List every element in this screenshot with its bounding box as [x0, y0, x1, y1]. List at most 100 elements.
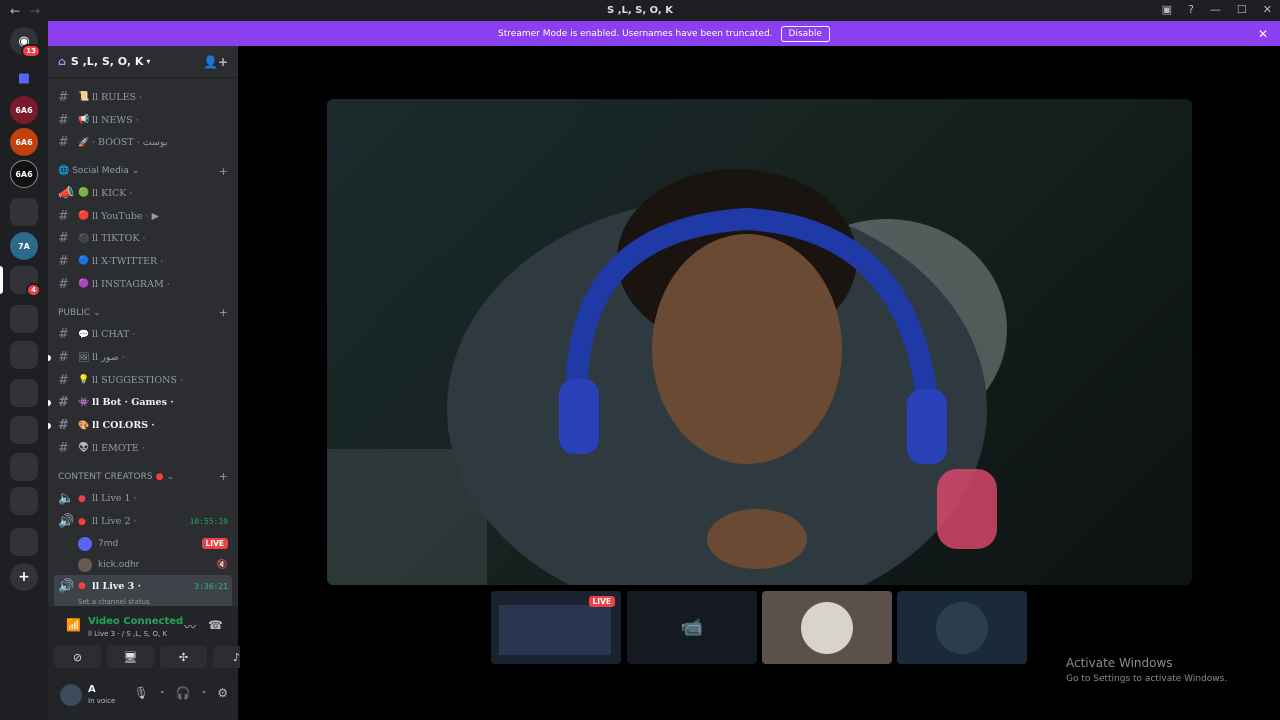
speaker-active-icon: 🔊	[58, 578, 75, 594]
server-icon-2[interactable]: 6A6	[10, 128, 38, 156]
channel-bot-games[interactable]: # 👾 ll Bot · Games ·	[48, 392, 238, 415]
channel-rules[interactable]: # 📜 ll RULES ·	[48, 86, 238, 109]
folder-icon[interactable]: ■	[10, 64, 38, 92]
close-window-icon[interactable]: ✕	[1263, 3, 1272, 16]
add-channel-icon[interactable]: +	[219, 306, 228, 319]
activities-button[interactable]: ✣	[160, 646, 207, 668]
server-folder-6[interactable]	[10, 416, 38, 444]
category-social-media[interactable]: 🌐 Social Media ⌄ +	[48, 160, 238, 182]
webcam-image	[327, 169, 1007, 585]
microphone-icon[interactable]: 🎙	[134, 686, 149, 700]
avatar	[78, 536, 92, 551]
help-icon[interactable]: ?	[1188, 3, 1194, 16]
chevron-down-icon[interactable]: ⌄	[201, 686, 208, 700]
title-bar: ← → S ,L, S, O, K ▣ ? — ☐ ✕	[0, 0, 1280, 21]
channel-chat[interactable]: # 💬 ll CHAT ·	[48, 324, 238, 347]
text-channel-icon: #	[58, 440, 69, 456]
category-public[interactable]: PUBLIC ⌄ +	[48, 302, 238, 324]
noise-suppression-icon[interactable]: 〰	[184, 618, 196, 635]
text-channel-icon: #	[58, 208, 69, 224]
server-folder-8[interactable]	[10, 487, 38, 515]
server-folder-2[interactable]: 4	[10, 266, 41, 297]
chevron-down-icon[interactable]: ⌄	[159, 686, 166, 700]
voice-timer: 10:55:10	[189, 517, 228, 527]
server-name: S ,L, S, O, K	[70, 55, 144, 68]
channel-colors[interactable]: # 🎨 ll COLORS ·	[48, 414, 238, 437]
disable-streamer-button[interactable]: Disable	[780, 25, 830, 42]
category-content-creators[interactable]: CONTENT CREATORS ● ⌄ +	[48, 466, 238, 488]
add-server-icon[interactable]: +	[10, 563, 38, 591]
headphones-icon[interactable]: 🎧	[176, 686, 191, 700]
text-channel-icon: #	[58, 231, 69, 247]
voice-user-7md[interactable]: 7md LIVE	[48, 533, 238, 554]
participant-tile-3[interactable]	[762, 591, 892, 664]
server-icon-1[interactable]: 6A6	[10, 96, 38, 124]
channel-boost[interactable]: # 🚀 · BOOST · بوست	[48, 131, 238, 154]
forward-arrow-icon[interactable]: →	[30, 4, 40, 18]
avatar	[78, 557, 92, 572]
channel-images[interactable]: # 🖼 ll صور ·	[48, 346, 238, 369]
text-channel-icon: #	[58, 89, 69, 105]
unread-indicator	[48, 422, 51, 429]
disconnect-icon[interactable]: ☎	[208, 618, 223, 632]
main-video-feed[interactable]	[327, 99, 1192, 585]
server-header[interactable]: ⌂ S ,L, S, O, K ▾ 👤+	[48, 46, 238, 78]
username: A	[88, 684, 96, 695]
red-dot-icon: ●	[78, 516, 86, 527]
participant-tile-4[interactable]	[897, 591, 1027, 664]
maximize-icon[interactable]: ☐	[1237, 3, 1247, 16]
inbox-icon[interactable]: ▣	[1162, 3, 1172, 16]
camera-off-button[interactable]: ⊘	[54, 646, 101, 668]
text-channel-icon: #	[58, 253, 69, 269]
server-icon-3[interactable]: 6A6	[10, 160, 38, 188]
activate-windows-sub: Go to Settings to activate Windows.	[1066, 674, 1228, 684]
server-folder-5[interactable]	[10, 379, 38, 407]
participant-tile-stream[interactable]: LIVE	[491, 591, 621, 664]
server-folder-7[interactable]	[10, 453, 38, 481]
text-channel-icon: #	[58, 135, 69, 151]
voice-timer: 3:36:21	[194, 581, 228, 591]
video-stage: LIVE 📹 Activate Windows Go to Settings t…	[240, 46, 1280, 720]
text-channel-icon: #	[58, 350, 69, 366]
settings-gear-icon[interactable]: ⚙	[217, 686, 228, 700]
channel-news[interactable]: # 📢 ll NEWS ·	[48, 109, 238, 132]
channel-tiktok[interactable]: # ⚫ ll TIKTOK ·	[48, 227, 238, 250]
server-badge: 4	[26, 283, 41, 297]
soundboard-icon: ♪	[232, 650, 241, 664]
channel-kick[interactable]: 📣 🟢 ll KICK ·	[48, 182, 238, 205]
signal-icon: 📶	[66, 618, 81, 632]
user-avatar[interactable]	[60, 684, 82, 706]
tile-live-badge: LIVE	[588, 596, 615, 607]
channel-youtube[interactable]: # 🔴 ll YouTube · ▶	[48, 205, 238, 228]
server-folder-1[interactable]	[10, 198, 38, 226]
back-arrow-icon[interactable]: ←	[10, 4, 20, 18]
text-channel-icon: #	[58, 276, 69, 292]
add-channel-icon[interactable]: +	[219, 165, 228, 178]
voice-status[interactable]: Video Connected	[88, 616, 183, 627]
channel-suggestions[interactable]: # 💡 ll SUGGESTIONS ·	[48, 369, 238, 392]
text-channel-icon: #	[58, 372, 69, 388]
close-banner-icon[interactable]: ✕	[1258, 27, 1268, 41]
voice-user-kick-odhr[interactable]: kick.odhr 🔇	[48, 554, 238, 575]
unread-indicator	[48, 399, 51, 406]
voice-channel-live-3: 🔊 ● ll Live 3 · 3:36:21	[58, 578, 228, 594]
server-folder-4[interactable]	[10, 341, 38, 369]
window-title: S ,L, S, O, K	[607, 5, 673, 16]
minimize-icon[interactable]: —	[1210, 3, 1221, 16]
voice-channel-live-3-selected[interactable]: 🔊 ● ll Live 3 · 3:36:21 Set a channel statu…	[54, 575, 232, 610]
server-icon-4[interactable]: 7A	[10, 232, 38, 260]
add-channel-icon[interactable]: +	[219, 470, 228, 483]
channel-instagram[interactable]: # 🟣 ll INSTAGRAM ·	[48, 273, 238, 296]
text-channel-icon: #	[58, 395, 69, 411]
server-folder-9[interactable]	[10, 528, 38, 556]
channel-x-twitter[interactable]: # 🔵 ll X-TWITTER ·	[48, 250, 238, 273]
invite-people-icon[interactable]: 👤+	[203, 55, 228, 69]
server-folder-3[interactable]	[10, 305, 38, 333]
screen-share-button[interactable]: 🖥	[107, 646, 154, 668]
channel-emote[interactable]: # 👽 ll EMOTE ·	[48, 437, 238, 460]
voice-channel-live-2[interactable]: 🔊 ● ll Live 2 · 10:55:10	[48, 510, 238, 533]
red-dot-icon: ●	[78, 581, 86, 592]
participant-tile-camera-off[interactable]: 📹	[627, 591, 757, 664]
home-button[interactable]: ◉ 13	[10, 27, 41, 58]
voice-channel-live-1[interactable]: 🔈 ● ll Live 1 ·	[48, 488, 238, 511]
